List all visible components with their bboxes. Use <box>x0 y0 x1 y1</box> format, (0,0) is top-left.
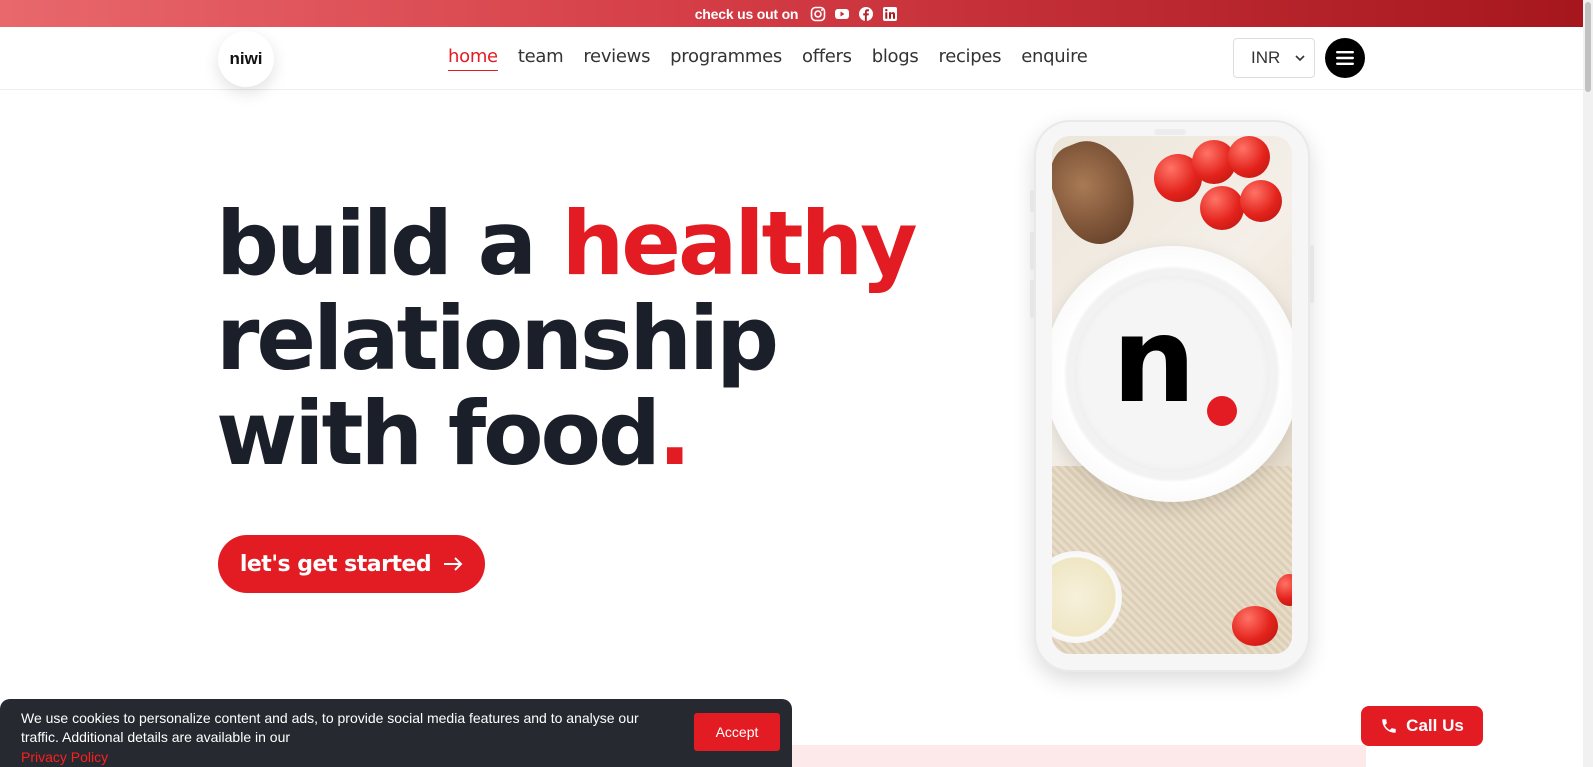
hero-line2: relationship <box>216 287 779 390</box>
call-us-label: Call Us <box>1406 716 1464 735</box>
site-header: niwi home team reviews programmes offers… <box>0 27 1593 90</box>
chevron-down-icon <box>1295 55 1305 62</box>
main-nav: home team reviews programmes offers blog… <box>448 27 1088 89</box>
cookie-text: We use cookies to personalize content an… <box>21 710 639 745</box>
nav-programmes[interactable]: programmes <box>670 46 782 71</box>
phone-icon <box>1382 719 1396 733</box>
nav-recipes[interactable]: recipes <box>938 46 1001 71</box>
phone-mockup: n <box>1030 120 1314 672</box>
phone-screen-image: n <box>1052 136 1292 654</box>
brand-letter: n <box>1112 291 1196 429</box>
tomato <box>1228 136 1270 178</box>
phone-side-button <box>1310 245 1314 303</box>
instagram-icon[interactable] <box>810 6 826 22</box>
scrollbar-thumb[interactable] <box>1585 2 1591 92</box>
brand-dot <box>1207 396 1237 426</box>
nav-offers[interactable]: offers <box>802 46 852 71</box>
top-promo-bar: check us out on <box>0 0 1593 27</box>
nav-enquire[interactable]: enquire <box>1021 46 1088 71</box>
facebook-icon[interactable] <box>858 6 874 22</box>
hero-line1-prefix: build a <box>216 192 562 295</box>
phone-notch <box>1154 129 1186 135</box>
arrow-right-icon <box>444 557 463 571</box>
get-started-button[interactable]: let's get started <box>218 535 485 593</box>
niwi-logo[interactable]: niwi <box>218 31 274 87</box>
currency-select[interactable]: INR <box>1233 38 1315 78</box>
nav-blogs[interactable]: blogs <box>872 46 919 71</box>
get-started-label: let's get started <box>239 551 432 577</box>
tomato <box>1232 606 1278 646</box>
next-section-peek <box>792 745 1366 767</box>
call-us-button[interactable]: Call Us <box>1361 706 1483 746</box>
hero-heading: build a healthy relationship with food. <box>216 196 936 481</box>
tomato <box>1240 180 1282 222</box>
page-scrollbar[interactable] <box>1583 0 1593 767</box>
accept-cookies-button[interactable]: Accept <box>694 713 780 751</box>
phone-side-button <box>1030 280 1034 318</box>
bread-slice <box>1052 136 1149 255</box>
hamburger-menu-button[interactable] <box>1325 38 1365 78</box>
phone-side-button <box>1030 190 1034 212</box>
youtube-icon[interactable] <box>834 6 850 22</box>
privacy-policy-link[interactable]: Privacy Policy <box>21 747 672 767</box>
menu-icon <box>1336 51 1354 65</box>
tomato <box>1200 186 1244 230</box>
linkedin-icon[interactable] <box>882 6 898 22</box>
cookie-banner: We use cookies to personalize content an… <box>0 699 792 767</box>
nav-team[interactable]: team <box>518 46 564 71</box>
hero-line3: with food <box>216 382 661 485</box>
hero-line3-dot: . <box>658 382 691 485</box>
currency-value: INR <box>1251 48 1281 67</box>
promo-text: check us out on <box>694 5 799 22</box>
phone-side-button <box>1030 232 1034 270</box>
nav-home[interactable]: home <box>448 46 498 71</box>
nav-reviews[interactable]: reviews <box>583 46 650 71</box>
hero-line1-accent: healthy <box>561 192 918 295</box>
